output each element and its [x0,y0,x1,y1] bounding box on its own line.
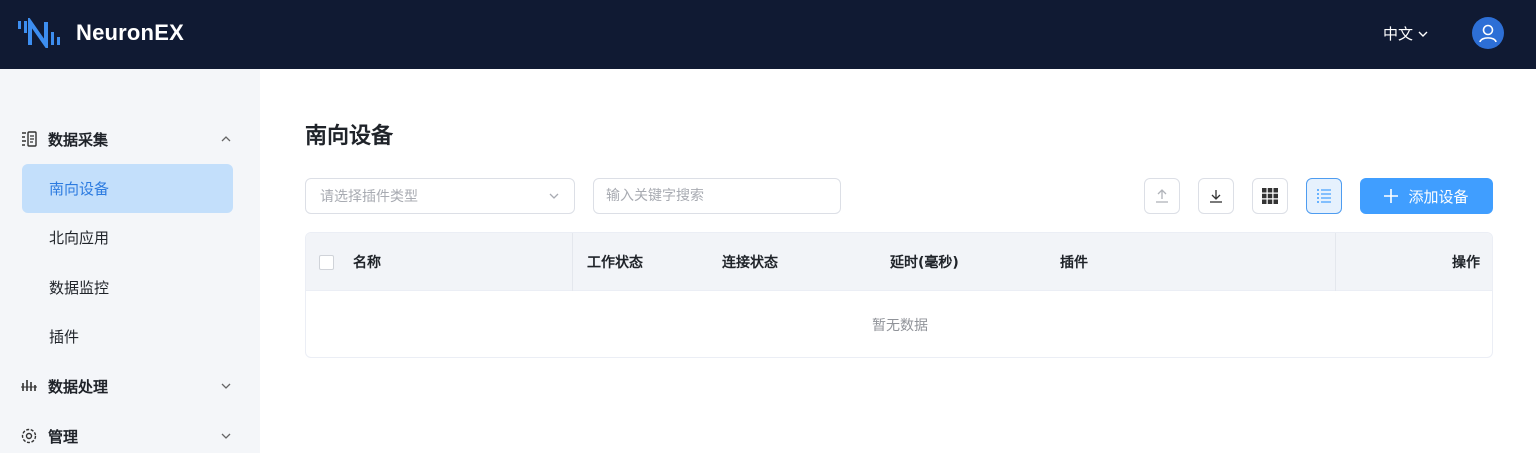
user-icon [1479,24,1497,43]
add-device-button[interactable]: 添加设备 [1360,178,1493,214]
language-switcher[interactable]: 中文 [1383,23,1429,44]
column-header-connection-status[interactable]: 连接状态 [722,233,778,291]
menu-group-data-processing[interactable]: 数据处理 [20,371,240,401]
upload-icon [1156,189,1168,203]
menu-group-data-collection[interactable]: 数据采集 [20,124,240,154]
language-label: 中文 [1383,25,1414,43]
chevron-down-icon [1418,31,1428,37]
table-header: 名称 工作状态 连接状态 延时(毫秒) 插件 操作 [306,233,1492,291]
column-header-plugin[interactable]: 插件 [1060,233,1088,291]
column-header-name[interactable]: 名称 [353,233,381,291]
user-avatar[interactable] [1472,17,1504,49]
menu-group-management[interactable]: 管理 [20,421,240,451]
menu-group-label: 数据处理 [48,377,109,396]
column-divider [1335,233,1336,291]
sidebar-item-label: 北向应用 [49,229,110,247]
column-header-actions: 操作 [1452,255,1480,271]
devices-table: 名称 工作状态 连接状态 延时(毫秒) 插件 操作 暂无数据 [305,232,1493,358]
list-icon [1317,189,1331,203]
sidebar-item-north-apps[interactable]: 北向应用 [22,213,233,262]
table-empty-state: 暂无数据 [872,318,928,334]
sidebar-item-label: 南向设备 [49,180,110,198]
sidebar-item-data-monitoring[interactable]: 数据监控 [22,263,233,312]
data-collection-icon [20,130,38,148]
chevron-down-icon [221,433,231,439]
column-divider [572,233,573,291]
sidebar-item-plugins[interactable]: 插件 [22,312,233,361]
gear-icon [20,427,38,445]
plugin-type-select[interactable]: 请选择插件类型 [305,178,575,214]
top-bar: NeuronEX 中文 [0,0,1536,69]
menu-group-label: 管理 [48,427,79,446]
add-device-label: 添加设备 [1408,188,1469,206]
brand-name: NeuronEX [76,20,184,45]
grid-icon [1262,188,1278,204]
card-view-button[interactable] [1252,178,1288,214]
column-header-work-status[interactable]: 工作状态 [587,233,643,291]
chevron-down-icon [221,383,231,389]
sidebar-item-label: 插件 [49,328,80,346]
import-button[interactable] [1144,178,1180,214]
chevron-down-icon [549,193,559,199]
menu-group-label: 数据采集 [48,130,109,149]
sidebar-item-label: 数据监控 [49,279,110,297]
data-processing-icon [20,377,38,395]
sidebar-item-south-devices[interactable]: 南向设备 [22,164,233,213]
search-input[interactable] [593,178,841,214]
plus-icon [1384,189,1399,203]
neuronex-logo [16,15,66,52]
plugin-type-placeholder: 请选择插件类型 [320,189,418,205]
page-title: 南向设备 [305,124,394,149]
list-view-button[interactable] [1306,178,1342,214]
export-button[interactable] [1198,178,1234,214]
column-header-delay[interactable]: 延时(毫秒) [890,233,959,291]
select-all-checkbox[interactable] [319,255,334,270]
chevron-up-icon [221,136,231,142]
download-icon [1210,190,1222,203]
